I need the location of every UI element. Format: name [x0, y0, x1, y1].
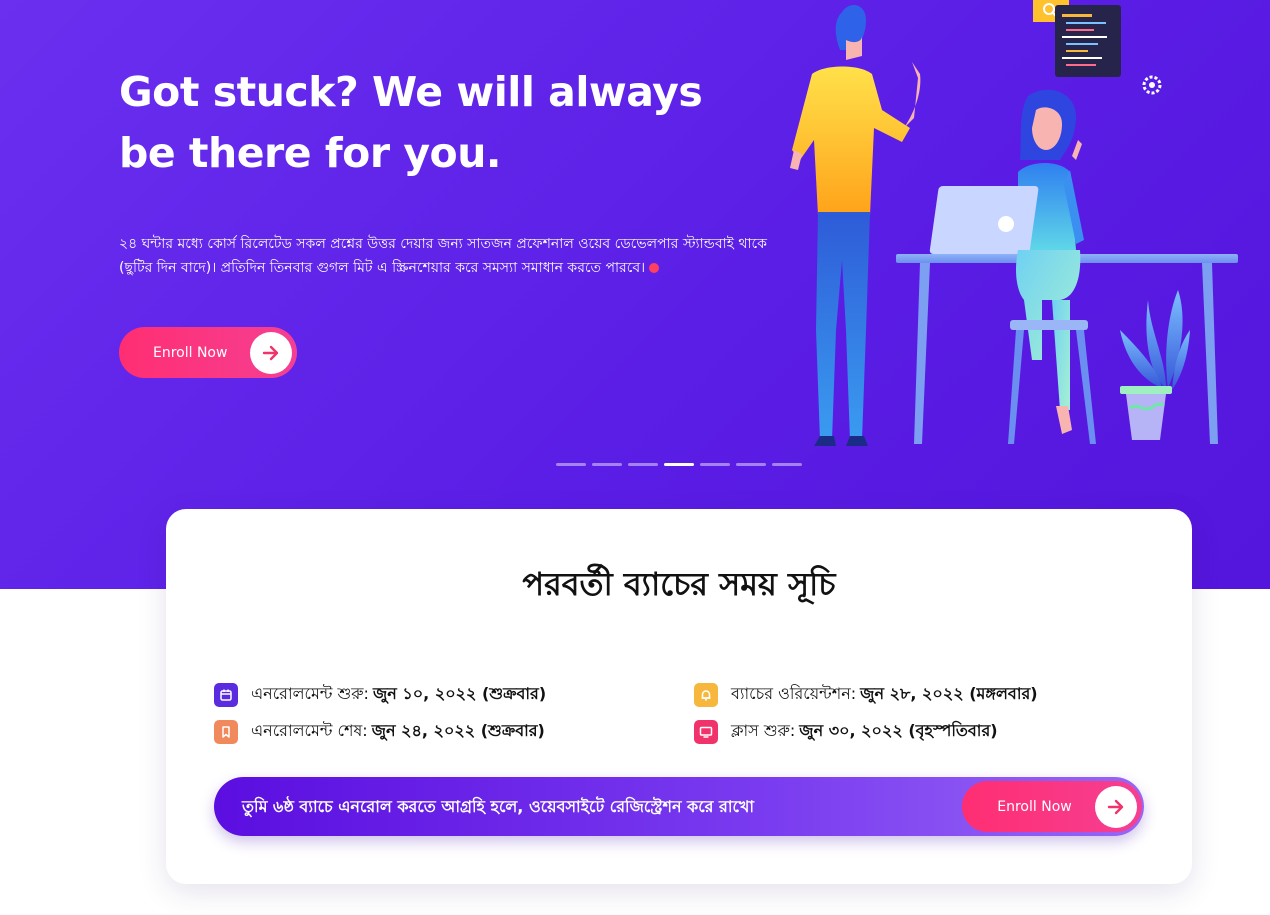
schedule-item-enrollment-start: এনরোলমেন্ট শুরু: জুন ১০, ২০২২ (শুক্রবার) — [214, 681, 546, 708]
bookmark-icon — [214, 719, 238, 744]
carousel-dot[interactable] — [556, 463, 586, 466]
banner-text: তুমি ৬ষ্ঠ ব্যাচে এনরোল করতে আগ্রহি হলে, … — [242, 797, 755, 816]
schedule-title: পরবর্তী ব্যাচের সময় সূচি — [522, 565, 836, 603]
hero-description-text: ২৪ ঘন্টার মধ্যে কোর্স রিলেটেড সকল প্রশ্ন… — [119, 236, 767, 276]
red-dot-icon — [649, 263, 660, 273]
schedule-label: এনরোলমেন্ট শেষ: — [251, 721, 368, 740]
enroll-banner: তুমি ৬ষ্ঠ ব্যাচে এনরোল করতে আগ্রহি হলে, … — [214, 777, 1144, 836]
carousel-dot[interactable] — [772, 463, 802, 466]
schedule-label: ব্যাচের ওরিয়েন্টশন: — [731, 684, 857, 703]
monitor-icon — [694, 719, 718, 744]
schedule-item-class-start: ক্লাস শুরু: জুন ৩০, ২০২২ (বৃহস্পতিবার) — [694, 718, 998, 745]
schedule-label: ক্লাস শুরু: — [731, 721, 796, 740]
schedule-label: এনরোলমেন্ট শুরু: — [251, 684, 369, 703]
schedule-value: জুন ৩০, ২০২২ (বৃহস্পতিবার) — [799, 721, 998, 740]
hero-enroll-button[interactable]: Enroll Now — [119, 327, 297, 378]
hero-enroll-label: Enroll Now — [153, 344, 228, 361]
carousel-dot-active[interactable] — [664, 463, 694, 466]
banner-enroll-label: Enroll Now — [997, 798, 1072, 815]
carousel-dots — [556, 463, 802, 466]
schedule-value: জুন ২৮, ২০২২ (মঙ্গলবার) — [860, 684, 1038, 703]
bell-icon — [694, 682, 718, 707]
schedule-value: জুন ১০, ২০২২ (শুক্রবার) — [372, 684, 547, 703]
hero-description: ২৪ ঘন্টার মধ্যে কোর্স রিলেটেড সকল প্রশ্ন… — [119, 232, 769, 280]
carousel-dot[interactable] — [700, 463, 730, 466]
carousel-dot[interactable] — [628, 463, 658, 466]
schedule-item-orientation: ব্যাচের ওরিয়েন্টশন: জুন ২৮, ২০২২ (মঙ্গল… — [694, 681, 1038, 708]
banner-enroll-button[interactable]: Enroll Now — [962, 781, 1142, 832]
schedule-value: জুন ২৪, ২০২২ (শুক্রবার) — [371, 721, 545, 740]
schedule-card: পরবর্তী ব্যাচের সময় সূচি এনরোলমেন্ট শুর… — [166, 509, 1192, 884]
developers-illustration — [790, 0, 1238, 446]
calendar-icon — [214, 682, 238, 707]
carousel-dot[interactable] — [736, 463, 766, 466]
arrow-right-icon — [1095, 785, 1137, 828]
schedule-item-enrollment-end: এনরোলমেন্ট শেষ: জুন ২৪, ২০২২ (শুক্রবার) — [214, 718, 545, 745]
hero-section: Got stuck? We will always be there for y… — [0, 0, 1270, 589]
arrow-right-icon — [250, 331, 292, 374]
carousel-dot[interactable] — [592, 463, 622, 466]
hero-title: Got stuck? We will always be there for y… — [119, 68, 703, 177]
